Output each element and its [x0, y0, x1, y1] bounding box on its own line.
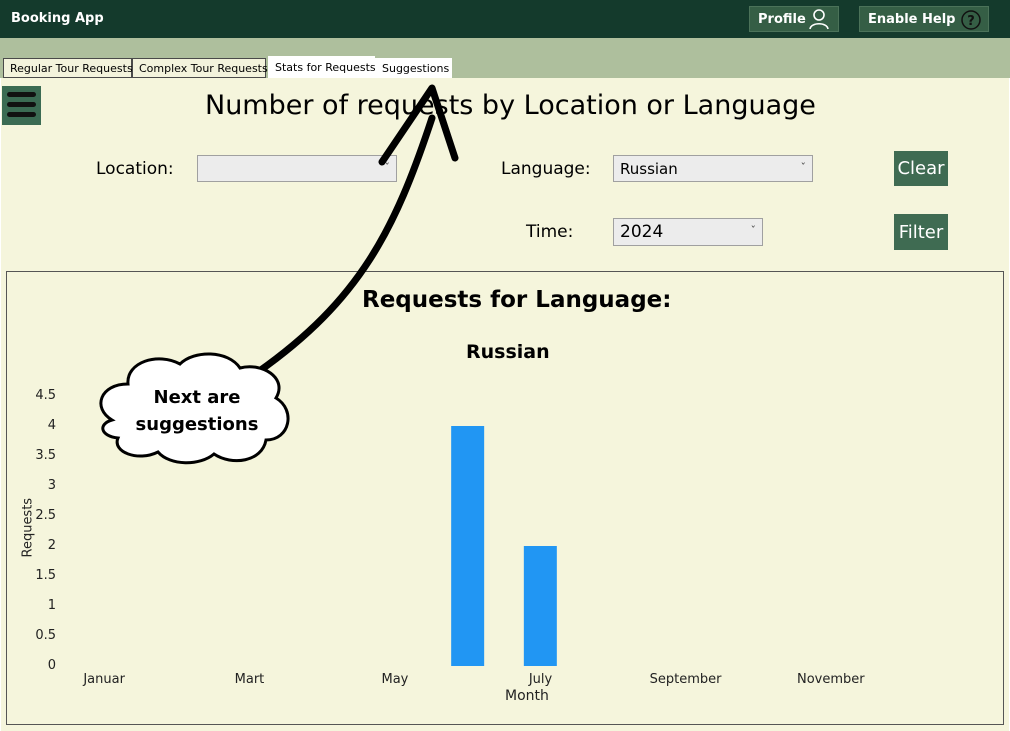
callout-overlay — [99, 84, 459, 465]
callout-text: Next are suggestions — [135, 387, 259, 435]
arrow-curve — [254, 114, 436, 376]
